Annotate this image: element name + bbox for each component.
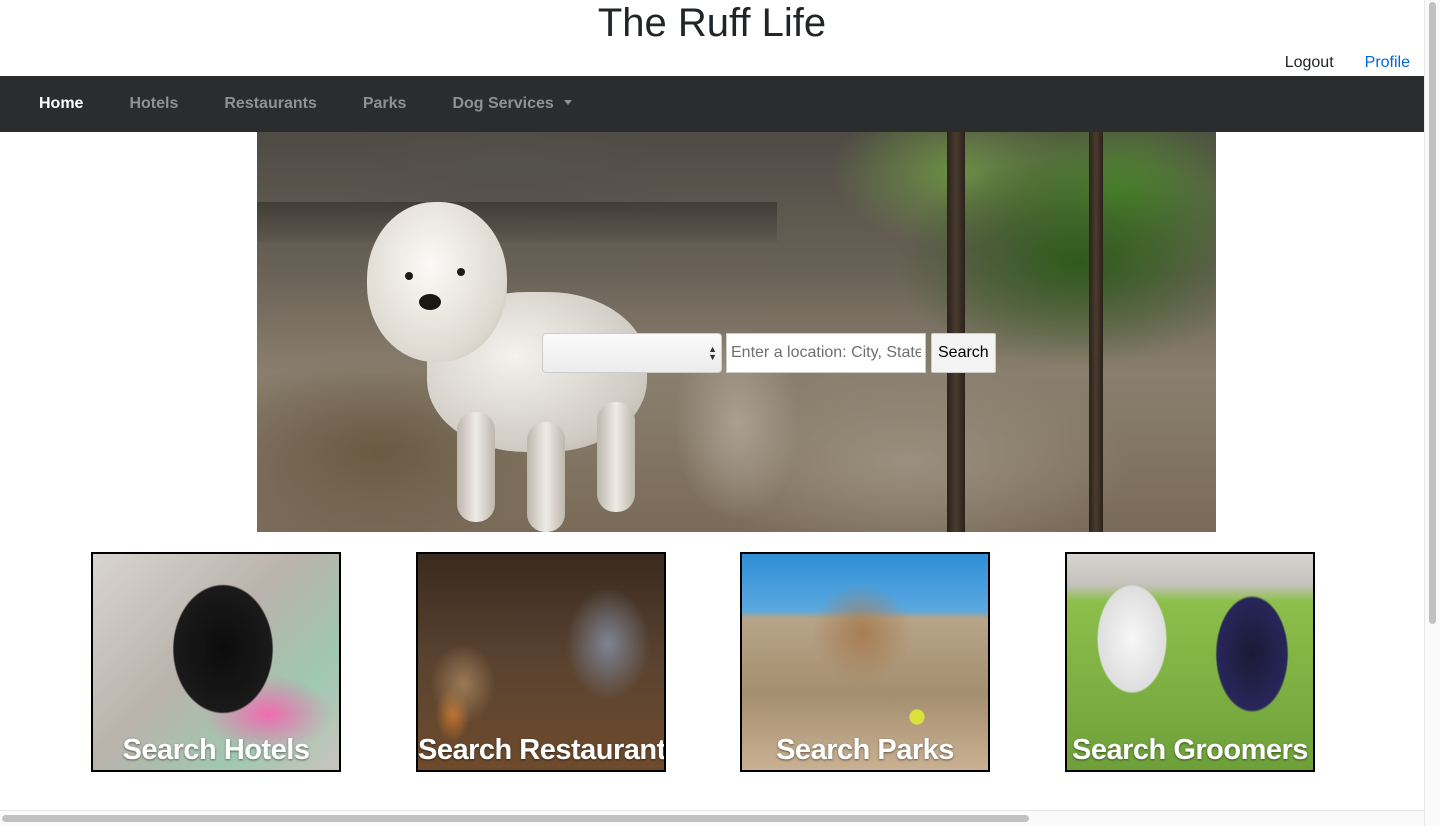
horizontal-scrollbar-thumb[interactable] bbox=[2, 815, 1029, 822]
card-search-restaurants[interactable]: Search Restaurants bbox=[416, 552, 666, 772]
nav-item-restaurants[interactable]: Restaurants bbox=[224, 95, 316, 113]
card-label: Search Parks bbox=[776, 734, 954, 766]
vertical-scrollbar[interactable] bbox=[1424, 0, 1440, 826]
nav-item-dog-services-label: Dog Services bbox=[452, 95, 554, 112]
hero-tree-trunk bbox=[947, 132, 965, 532]
card-search-parks[interactable]: Search Parks bbox=[740, 552, 990, 772]
card-label: Search Restaurants bbox=[418, 734, 666, 766]
profile-link[interactable]: Profile bbox=[1365, 54, 1410, 72]
vertical-scrollbar-thumb[interactable] bbox=[1429, 2, 1436, 624]
dog-nose bbox=[419, 294, 441, 310]
site-title: The Ruff Life bbox=[597, 1, 827, 45]
dog-eye bbox=[405, 272, 413, 280]
nav-item-hotels[interactable]: Hotels bbox=[129, 95, 178, 113]
dog-leg bbox=[527, 422, 565, 532]
location-input[interactable] bbox=[726, 333, 926, 373]
card-search-groomers[interactable]: Search Groomers bbox=[1065, 552, 1315, 772]
nav-item-dog-services[interactable]: Dog Services bbox=[452, 95, 572, 113]
card-search-hotels[interactable]: Search Hotels bbox=[91, 552, 341, 772]
hero-image bbox=[257, 132, 1216, 532]
hero-tree-trunk bbox=[1089, 132, 1103, 532]
dog-eye bbox=[457, 268, 465, 276]
card-label: Search Hotels bbox=[122, 734, 310, 766]
category-select[interactable]: ▲ ▼ bbox=[542, 333, 722, 373]
nav-item-home[interactable]: Home bbox=[39, 95, 83, 113]
search-button[interactable]: Search bbox=[931, 333, 996, 373]
logout-link[interactable]: Logout bbox=[1285, 54, 1334, 72]
select-arrows-icon: ▲ ▼ bbox=[708, 344, 717, 362]
main-navbar: Home Hotels Restaurants Parks Dog Servic… bbox=[0, 76, 1424, 132]
dog-head bbox=[367, 202, 507, 362]
dog-leg bbox=[597, 402, 635, 512]
nav-item-parks[interactable]: Parks bbox=[363, 95, 407, 113]
dog-leg bbox=[457, 412, 495, 522]
chevron-down-icon bbox=[563, 100, 572, 105]
search-bar: ▲▼ Search bbox=[542, 333, 996, 373]
horizontal-scrollbar[interactable] bbox=[0, 810, 1424, 826]
card-label: Search Groomers bbox=[1072, 734, 1308, 766]
account-links: Logout Profile bbox=[1285, 54, 1410, 72]
